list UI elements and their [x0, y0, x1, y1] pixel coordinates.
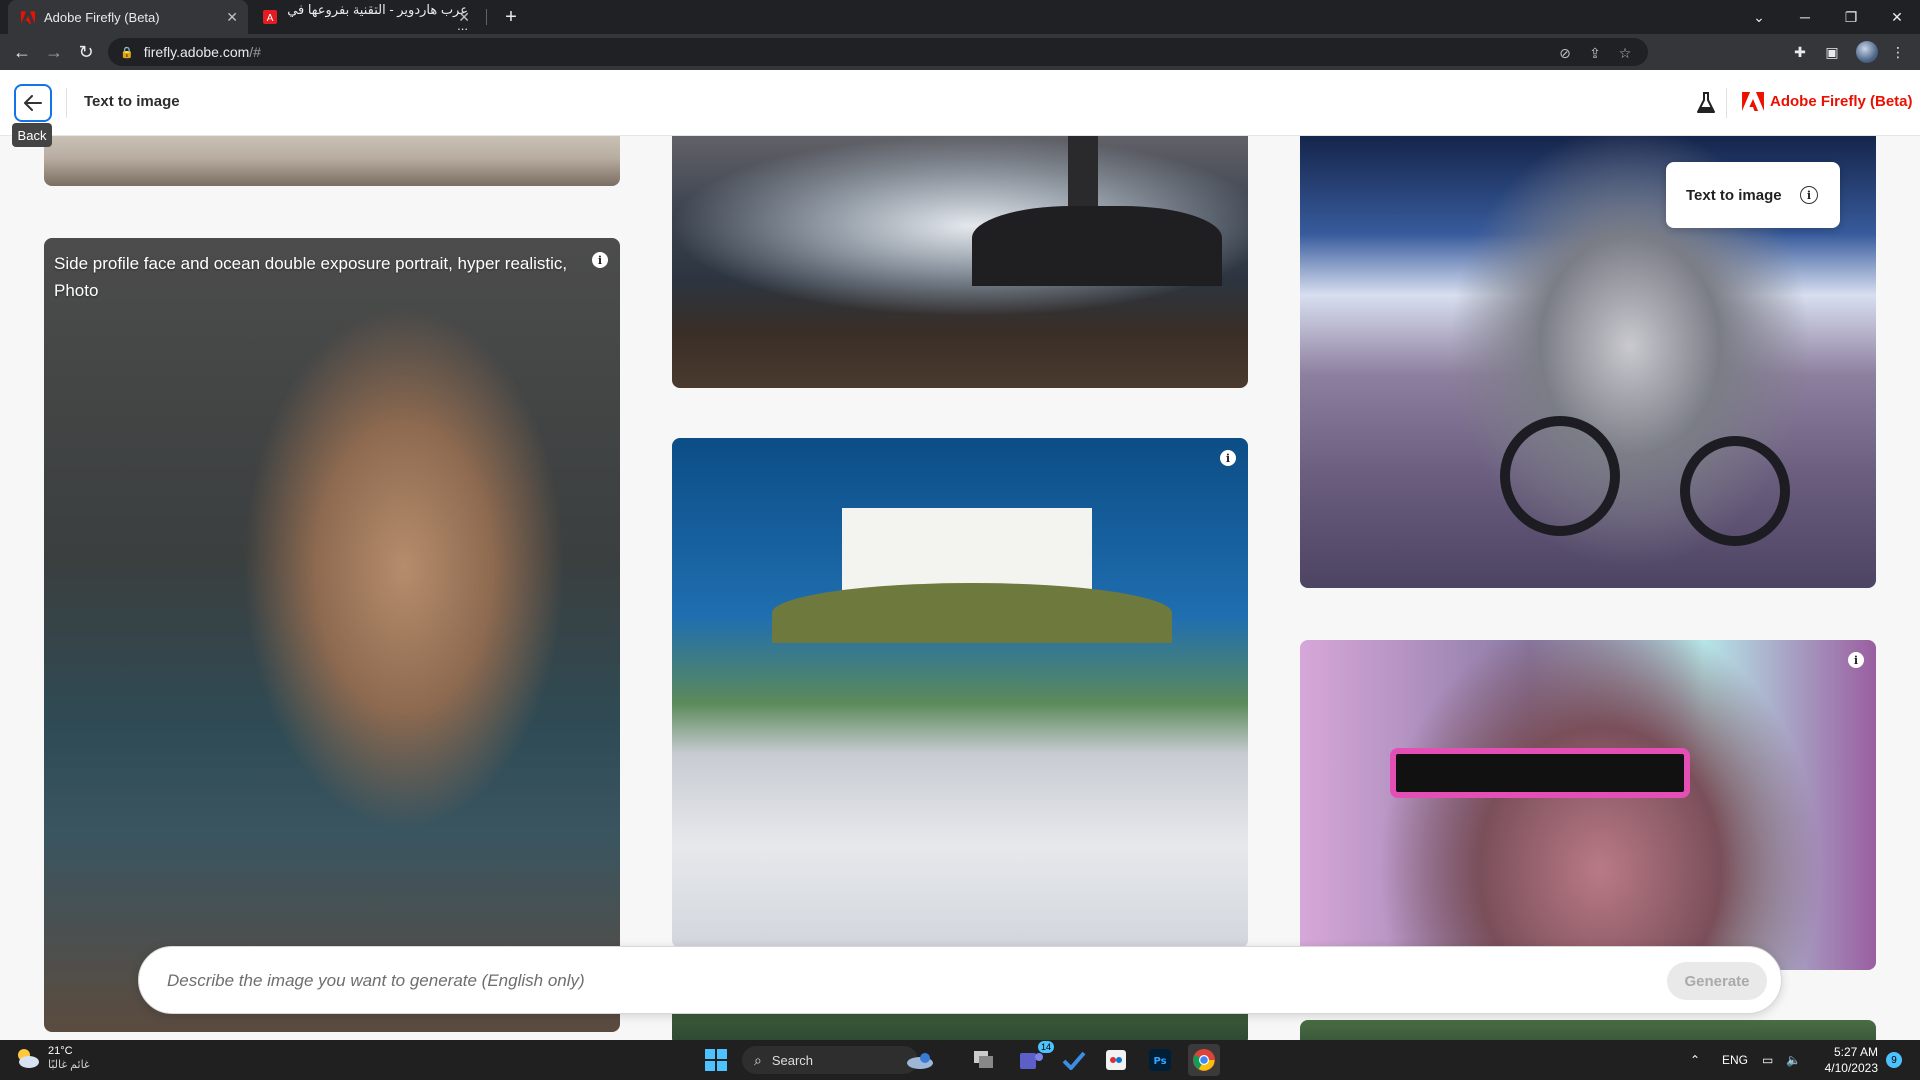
side-panel-icon[interactable]: ▣ [1822, 42, 1842, 62]
teams-icon[interactable]: 14 [1016, 1041, 1054, 1076]
input-language[interactable]: ENG [1722, 1040, 1748, 1080]
tray-overflow-chevron-icon[interactable]: ⌃ [1690, 1040, 1700, 1080]
clock-date: 4/10/2023 [1824, 1061, 1878, 1075]
close-window-button[interactable]: ✕ [1874, 0, 1920, 34]
gallery-card-portrait[interactable]: Side profile face and ocean double expos… [44, 238, 620, 1032]
volume-icon[interactable]: 🔈 [1786, 1040, 1801, 1080]
minimize-button[interactable]: ─ [1782, 0, 1828, 34]
reload-icon[interactable]: ↻ [74, 40, 98, 64]
tab-title: Adobe Firefly (Beta) [44, 9, 160, 25]
notification-badge[interactable]: 9 [1886, 1052, 1902, 1068]
adobe-logo-icon [20, 9, 36, 25]
chrome-icon[interactable] [1188, 1044, 1220, 1076]
tab-search-chevron-icon[interactable]: ⌄ [1736, 0, 1782, 34]
page-title: Text to image [84, 93, 180, 110]
adobe-logo-icon [1742, 92, 1764, 111]
tab-adobe-firefly[interactable]: Adobe Firefly (Beta) ✕ [8, 0, 248, 34]
browser-tabbar: Adobe Firefly (Beta) ✕ A عرب هاردوير - ا… [0, 0, 1920, 34]
info-icon[interactable]: i [1800, 186, 1818, 204]
beta-flask-icon[interactable] [1696, 92, 1716, 114]
restore-button[interactable]: ❐ [1828, 0, 1874, 34]
arabhardware-favicon-icon: A [262, 9, 277, 25]
info-icon[interactable]: i [1220, 450, 1236, 466]
svg-text:A: A [266, 13, 273, 24]
bear-sunglasses [1390, 748, 1690, 798]
weather-description: غائم غالبًا [48, 1059, 90, 1071]
network-icon[interactable]: ▭ [1762, 1040, 1773, 1080]
back-tooltip: Back [12, 123, 52, 147]
lighthouse-rock [972, 206, 1222, 286]
search-label: Search [771, 1052, 814, 1068]
partly-cloudy-icon [18, 1049, 39, 1068]
weather-widget[interactable]: 21°C غائم غالبًا [14, 1044, 90, 1072]
svg-text:Ps: Ps [1153, 1056, 1166, 1067]
fortress-hill [772, 583, 1172, 643]
address-bar[interactable]: 🔒 firefly.adobe.com/# ⊘ ⇪ ☆ [108, 38, 1648, 66]
gallery-card-bear[interactable]: i [1300, 640, 1876, 970]
clock-time: 5:27 AM [1833, 1045, 1878, 1059]
tracking-blocked-icon[interactable]: ⊘ [1556, 44, 1574, 62]
system-clock[interactable]: 5:27 AM 4/10/2023 [1812, 1044, 1878, 1076]
prompt-input[interactable] [167, 967, 1567, 995]
info-icon[interactable]: i [592, 252, 608, 268]
share-icon[interactable]: ⇪ [1586, 44, 1604, 62]
teams-badge: 14 [1037, 1041, 1054, 1053]
image-gallery: Side profile face and ocean double expos… [0, 136, 1920, 1040]
fortress-walls [842, 508, 1092, 590]
motorcycle-wheel [1500, 416, 1620, 536]
header-divider [66, 88, 67, 118]
motorcycle-wheel [1680, 436, 1790, 546]
url-text: firefly.adobe.com/# [143, 44, 261, 60]
brand-name: Adobe Firefly (Beta) [1770, 93, 1913, 110]
tab-arabhardware[interactable]: A عرب هاردوير - التقنية بفروعها في ... ✕ [250, 0, 480, 34]
lock-icon: 🔒 [120, 46, 134, 59]
gallery-card-lighthouse[interactable] [672, 136, 1248, 388]
gallery-card-partial[interactable] [1300, 1020, 1876, 1040]
task-view-icon[interactable] [968, 1044, 1000, 1076]
temperature: 21°C [48, 1045, 73, 1057]
forward-nav-icon[interactable]: → [42, 40, 66, 64]
lighthouse-tower [1068, 136, 1098, 206]
search-highlight-icon[interactable] [904, 1044, 936, 1076]
new-tab-button[interactable]: + [498, 4, 524, 30]
back-button[interactable] [14, 84, 52, 122]
tab-title: عرب هاردوير - التقنية بفروعها في ... [287, 1, 468, 33]
gallery-card-interior[interactable] [44, 136, 620, 186]
profile-avatar[interactable] [1856, 41, 1878, 63]
card-prompt-text: Side profile face and ocean double expos… [54, 254, 568, 300]
taskbar-search[interactable]: ⌕ Search [742, 1046, 918, 1074]
bookmark-star-icon[interactable]: ☆ [1616, 44, 1634, 62]
todo-check-icon[interactable] [1058, 1044, 1090, 1076]
windows-taskbar: 21°C غائم غالبًا ⌕ Search 14 Ps ⌃ ENG ▭ … [0, 1040, 1920, 1080]
text-to-image-panel[interactable]: Text to image i [1666, 162, 1840, 228]
photoshop-icon[interactable]: Ps [1144, 1044, 1176, 1076]
panel-label: Text to image [1686, 186, 1782, 204]
windows-start-icon[interactable] [700, 1044, 732, 1076]
gallery-card-fortress[interactable]: i [672, 438, 1248, 948]
tab-close-icon[interactable]: ✕ [226, 9, 238, 26]
app-header: Text to image Adobe Firefly (Beta) [0, 70, 1920, 136]
header-divider [1726, 88, 1727, 118]
snipping-tool-icon[interactable] [1100, 1044, 1132, 1076]
prompt-bar: Generate [138, 946, 1782, 1014]
generate-button[interactable]: Generate [1667, 962, 1767, 1000]
search-icon: ⌕ [754, 1051, 762, 1068]
extensions-icon[interactable]: ✚ [1790, 42, 1810, 62]
back-nav-icon[interactable]: ← [10, 40, 34, 64]
tab-close-icon[interactable]: ✕ [458, 9, 470, 26]
chrome-menu-icon[interactable]: ⋮ [1888, 42, 1908, 62]
browser-toolbar: ← → ↻ 🔒 firefly.adobe.com/# ⊘ ⇪ ☆ ✚ ▣ ⋮ [0, 34, 1920, 70]
brand-logo[interactable]: Adobe Firefly (Beta) [1742, 92, 1913, 111]
tab-separator [486, 9, 487, 25]
arrow-left-icon [24, 95, 42, 111]
info-icon[interactable]: i [1848, 652, 1864, 668]
